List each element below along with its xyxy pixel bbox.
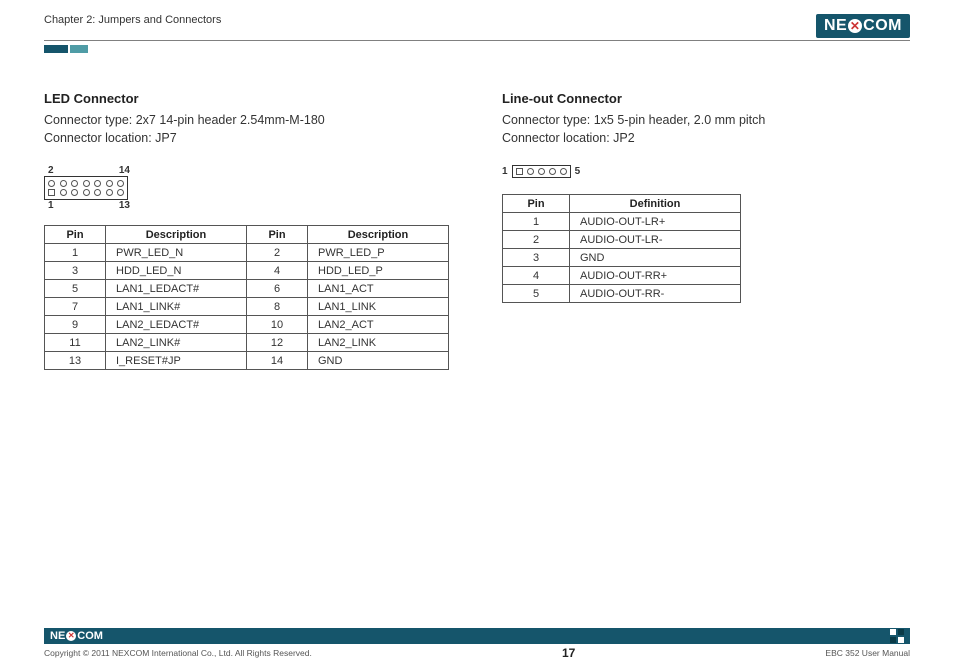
table-row: 4AUDIO-OUT-RR+ bbox=[503, 267, 741, 285]
lineout-description: Connector type: 1x5 5-pin header, 2.0 mm… bbox=[502, 112, 910, 147]
page-number: 17 bbox=[562, 646, 575, 660]
led-pin-diagram: 2 14 1 13 bbox=[44, 165, 134, 211]
table-row: 5AUDIO-OUT-RR- bbox=[503, 285, 741, 303]
doc-title: EBC 352 User Manual bbox=[825, 648, 910, 658]
table-row: 1PWR_LED_N2PWR_LED_P bbox=[45, 244, 449, 262]
table-row: 2AUDIO-OUT-LR- bbox=[503, 231, 741, 249]
lineout-pin-table: Pin Definition 1AUDIO-OUT-LR+ 2AUDIO-OUT… bbox=[502, 194, 741, 303]
lineout-connector-section: Line-out Connector Connector type: 1x5 5… bbox=[502, 91, 910, 370]
chapter-title: Chapter 2: Jumpers and Connectors bbox=[44, 14, 221, 26]
led-title: LED Connector bbox=[44, 91, 452, 106]
footer-bar: NE ✕ COM bbox=[44, 628, 910, 644]
led-description: Connector type: 2x7 14-pin header 2.54mm… bbox=[44, 112, 452, 147]
logo-x-icon: ✕ bbox=[66, 631, 76, 641]
table-row: 3HDD_LED_N4HDD_LED_P bbox=[45, 262, 449, 280]
table-row: 1AUDIO-OUT-LR+ bbox=[503, 213, 741, 231]
table-row: 3GND bbox=[503, 249, 741, 267]
page-header: Chapter 2: Jumpers and Connectors NE ✕ C… bbox=[44, 14, 910, 41]
led-pin-table: Pin Description Pin Description 1PWR_LED… bbox=[44, 225, 449, 370]
logo-x-icon: ✕ bbox=[848, 19, 862, 33]
copyright: Copyright © 2011 NEXCOM International Co… bbox=[44, 648, 312, 658]
table-row: 5LAN1_LEDACT#6LAN1_ACT bbox=[45, 280, 449, 298]
table-row: 9LAN2_LEDACT#10LAN2_ACT bbox=[45, 316, 449, 334]
header-accent bbox=[44, 45, 88, 53]
lineout-title: Line-out Connector bbox=[502, 91, 910, 106]
lineout-pin-diagram: 1 5 bbox=[502, 165, 910, 178]
table-row: 13I_RESET#JP14GND bbox=[45, 352, 449, 370]
led-connector-section: LED Connector Connector type: 2x7 14-pin… bbox=[44, 91, 452, 370]
footer-logo: NE ✕ COM bbox=[50, 630, 103, 642]
footer-bottom: Copyright © 2011 NEXCOM International Co… bbox=[44, 646, 910, 660]
table-row: 7LAN1_LINK#8LAN1_LINK bbox=[45, 298, 449, 316]
brand-logo: NE ✕ COM bbox=[816, 14, 910, 38]
table-row: 11LAN2_LINK#12LAN2_LINK bbox=[45, 334, 449, 352]
footer-squares-icon bbox=[890, 629, 904, 643]
